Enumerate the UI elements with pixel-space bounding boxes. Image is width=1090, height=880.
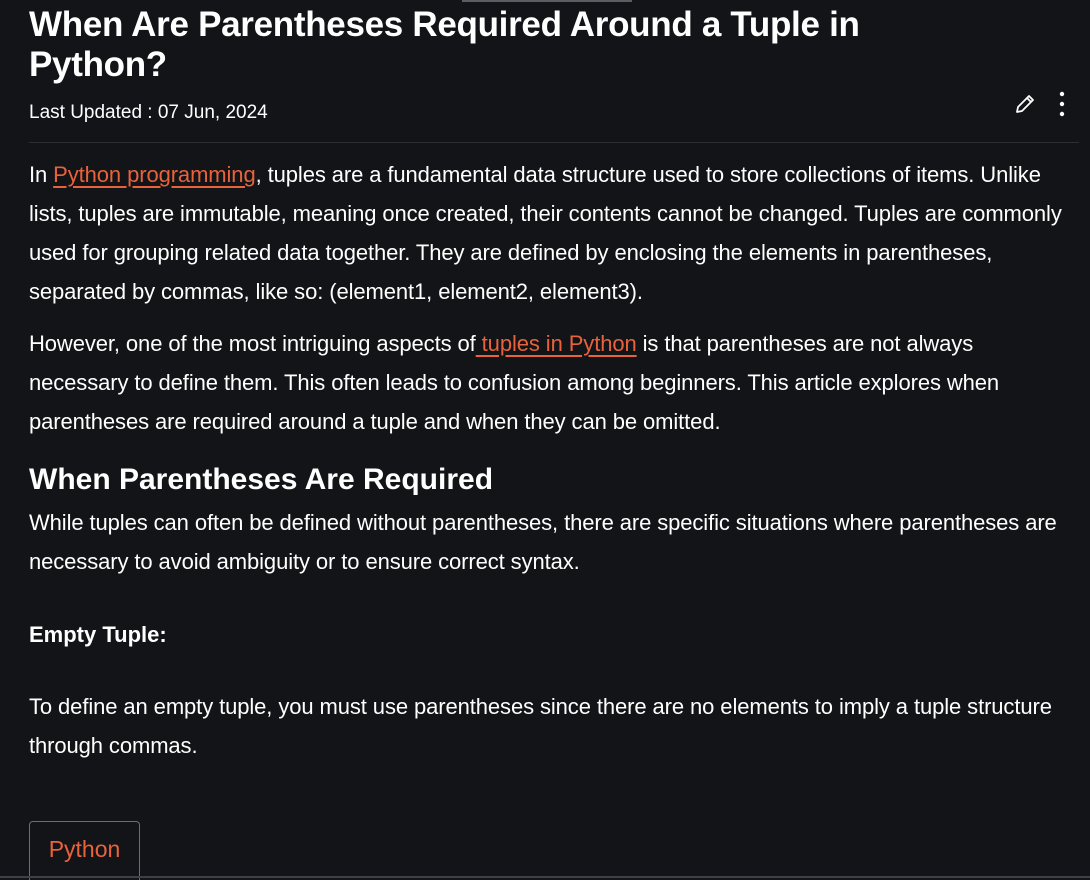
vertical-dots-icon[interactable] — [1058, 91, 1066, 117]
subsection-heading: Empty Tuple: — [29, 622, 167, 647]
top-tab-indicator — [462, 0, 632, 2]
intro-text: In — [29, 162, 54, 187]
subsection-paragraph: To define an empty tuple, you must use p… — [29, 694, 1052, 758]
intro-paragraph-1: In Python programming, tuples are a fund… — [29, 155, 1069, 311]
code-block-border — [0, 876, 1090, 878]
python-programming-link[interactable]: Python programming — [53, 162, 256, 187]
tuples-in-python-link[interactable]: tuples in Python — [476, 331, 637, 356]
page-title: When Are Parentheses Required Around a T… — [29, 5, 860, 84]
header-divider — [29, 142, 1079, 143]
intro-paragraph-2: However, one of the most intriguing aspe… — [29, 324, 1069, 441]
article-content: In Python programming, tuples are a fund… — [29, 155, 1069, 765]
article-page: When Are Parentheses Required Around a T… — [0, 0, 1090, 880]
pencil-icon[interactable] — [1014, 93, 1036, 115]
last-updated: Last Updated : 07 Jun, 2024 — [29, 102, 268, 123]
section-paragraph: While tuples can often be defined withou… — [29, 510, 1057, 574]
section-heading: When Parentheses Are Required — [29, 463, 494, 496]
code-tab-python[interactable]: Python — [29, 821, 140, 880]
article-actions — [1014, 91, 1066, 117]
article-header: When Are Parentheses Required Around a T… — [29, 5, 1079, 125]
intro-text: However, one of the most intriguing aspe… — [29, 331, 476, 356]
